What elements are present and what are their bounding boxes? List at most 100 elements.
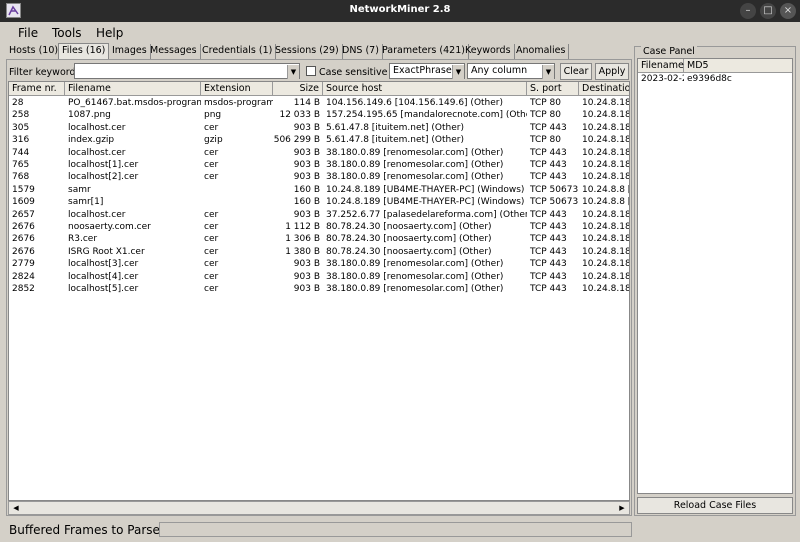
cell-filename: noosaerty.com.cer [68, 222, 151, 232]
clear-button[interactable]: Clear [560, 63, 592, 80]
table-row[interactable]: 2824 localhost[4].cer cer 903 B 38.180.0.89 … [9, 271, 629, 283]
apply-button[interactable]: Apply [595, 63, 629, 80]
cell-source-port: TCP 443 [530, 209, 567, 220]
cell-size: 506 299 B [273, 135, 320, 146]
cell-filename: 1087.png [68, 110, 111, 121]
table-row[interactable]: 2676 ISRG Root X1.cer cer 1 380 B 80.78.24.3… [9, 246, 629, 258]
cell-source-host: 10.24.8.189 [UB4ME-THAYER-PC] (Windows) [326, 197, 525, 208]
menu-help[interactable]: Help [96, 26, 123, 40]
cell-extension: cer [204, 234, 219, 245]
col-header-source-host[interactable]: Source host [323, 82, 527, 96]
cell-source-port: TCP 443 [530, 271, 567, 282]
cell-extension: png [204, 110, 222, 121]
col-header-source-port[interactable]: S. port [527, 82, 579, 96]
cell-filename: localhost[5].cer [68, 284, 139, 294]
cell-destination: 10.24.8.189 [582, 110, 629, 121]
case-file-name[interactable]: 2023-02-2 [638, 74, 684, 84]
reload-case-files-button[interactable]: Reload Case Files [637, 497, 793, 514]
table-row[interactable]: 2657 localhost.cer cer 903 B 37.252.6.77 [pa… [9, 209, 629, 221]
table-row[interactable]: 2779 localhost[3].cer cer 903 B 38.180.0.89 … [9, 258, 629, 270]
cell-size: 12 033 B [279, 110, 320, 121]
table-row[interactable]: 1609 samr[1] 160 B 10.24.8.189 [UB4ME-THAYE… [9, 196, 629, 208]
match-mode-select[interactable]: ExactPhrase ▼ [389, 63, 465, 79]
minimize-icon[interactable]: – [740, 3, 756, 19]
cell-frame: 2676 [12, 222, 35, 232]
scroll-left-icon[interactable]: ◀ [10, 502, 22, 514]
cell-extension: cer [204, 284, 219, 294]
table-row[interactable]: 2676 R3.cer cer 1 306 B 80.78.24.30 [noosaer… [9, 233, 629, 245]
chevron-down-icon[interactable]: ▼ [542, 65, 554, 79]
cell-destination: 10.24.8.189 [582, 222, 629, 232]
cell-destination: 10.24.8.189 [582, 284, 629, 294]
cell-destination: 10.24.8.189 [582, 246, 629, 257]
table-row[interactable]: 28 PO_61467.bat.msdos-program msdos-progra… [9, 97, 629, 109]
cell-filename: PO_61467.bat.msdos-program [68, 98, 201, 108]
cell-filename: localhost.cer [68, 209, 126, 220]
case-panel-title: Case Panel [641, 46, 697, 57]
cell-source-port: TCP 443 [530, 222, 567, 232]
cell-size: 903 B [293, 284, 320, 294]
cell-frame: 316 [12, 135, 30, 146]
table-row[interactable]: 2676 noosaerty.com.cer cer 1 112 B 80.78.24.… [9, 221, 629, 233]
filter-keyword-input[interactable]: ▼ [74, 63, 300, 79]
tab-files[interactable]: Files (16) [58, 43, 110, 59]
maximize-icon[interactable]: □ [760, 3, 776, 19]
tab-anomalies[interactable]: Anomalies [513, 44, 570, 59]
case-col-header-filename[interactable]: Filename [638, 59, 684, 73]
cell-filename: samr[1] [68, 197, 104, 208]
cell-filename: samr [68, 184, 91, 195]
cell-source-port: TCP 443 [530, 172, 567, 183]
col-header-size[interactable]: Size [273, 82, 323, 96]
case-col-header-md5[interactable]: MD5 [684, 59, 792, 73]
cell-size: 903 B [293, 259, 320, 270]
cell-frame: 765 [12, 160, 30, 170]
scroll-right-icon[interactable]: ▶ [616, 502, 628, 514]
tab-messages[interactable]: Messages [147, 44, 201, 59]
horizontal-scrollbar[interactable]: ◀ ▶ [8, 501, 630, 515]
tab-sessions[interactable]: Sessions (29) [272, 44, 343, 59]
tab-dns[interactable]: DNS (7) [339, 44, 383, 59]
cell-frame: 305 [12, 122, 30, 133]
col-header-filename[interactable]: Filename [65, 82, 201, 96]
column-select[interactable]: Any column ▼ [467, 63, 555, 79]
menu-bar: File Tools Help [0, 22, 800, 44]
cell-extension [201, 196, 273, 208]
tab-keywords[interactable]: Keywords [462, 44, 515, 59]
table-row[interactable]: 258 1087.png png 12 033 B 157.254.195.65 [ma… [9, 109, 629, 121]
col-header-frame[interactable]: Frame nr. [9, 82, 65, 96]
cell-frame: 28 [12, 98, 24, 108]
menu-file[interactable]: File [18, 26, 38, 40]
tab-hosts[interactable]: Hosts (10) [6, 44, 63, 59]
cell-destination: 10.24.8.8 [Y [582, 197, 629, 208]
table-row[interactable]: 1579 samr 160 B 10.24.8.189 [UB4ME-THAYER-P… [9, 184, 629, 196]
cell-source-host: 5.61.47.8 [ituitem.net] (Other) [326, 135, 464, 146]
table-row[interactable]: 2852 localhost[5].cer cer 903 B 38.180.0.89 … [9, 283, 629, 295]
close-icon[interactable]: × [780, 3, 796, 19]
cell-size: 1 306 B [285, 234, 320, 245]
table-row[interactable]: 744 localhost.cer cer 903 B 38.180.0.89 [ren… [9, 147, 629, 159]
tab-credentials[interactable]: Credentials (1) [199, 44, 277, 59]
cell-source-host: 80.78.24.30 [noosaerty.com] (Other) [326, 222, 492, 232]
case-sensitive-checkbox[interactable] [306, 66, 316, 76]
cell-filename: localhost.cer [68, 147, 126, 158]
cell-source-host: 38.180.0.89 [renomesolar.com] (Other) [326, 160, 504, 170]
col-header-destination[interactable]: Destination [579, 82, 629, 96]
chevron-down-icon[interactable]: ▼ [287, 65, 299, 79]
column-value: Any column [471, 65, 528, 76]
menu-tools[interactable]: Tools [52, 26, 82, 40]
col-header-extension[interactable]: Extension [201, 82, 273, 96]
table-row[interactable]: 765 localhost[1].cer cer 903 B 38.180.0.89 [… [9, 159, 629, 171]
table-row[interactable]: 768 localhost[2].cer cer 903 B 38.180.0.89 [… [9, 171, 629, 183]
cell-filename: localhost[4].cer [68, 271, 139, 282]
cell-source-port: TCP 443 [530, 234, 567, 245]
files-pane: Filter keyword: ▼ Case sensitive ExactPh… [6, 59, 632, 516]
tab-parameters[interactable]: Parameters (421) [379, 44, 469, 59]
cell-size: 903 B [293, 172, 320, 183]
chevron-down-icon[interactable]: ▼ [452, 65, 464, 79]
case-file-md5[interactable]: e9396d8c [684, 74, 792, 84]
tab-images[interactable]: Images [109, 44, 151, 59]
table-row[interactable]: 316 index.gzip gzip 506 299 B 5.61.47.8 [itu… [9, 134, 629, 146]
case-panel: Case Panel Filename MD5 2023-02-2 e9396d… [634, 46, 796, 516]
table-row[interactable]: 305 localhost.cer cer 903 B 5.61.47.8 [ituit… [9, 122, 629, 134]
cell-source-port: TCP 443 [530, 259, 567, 270]
